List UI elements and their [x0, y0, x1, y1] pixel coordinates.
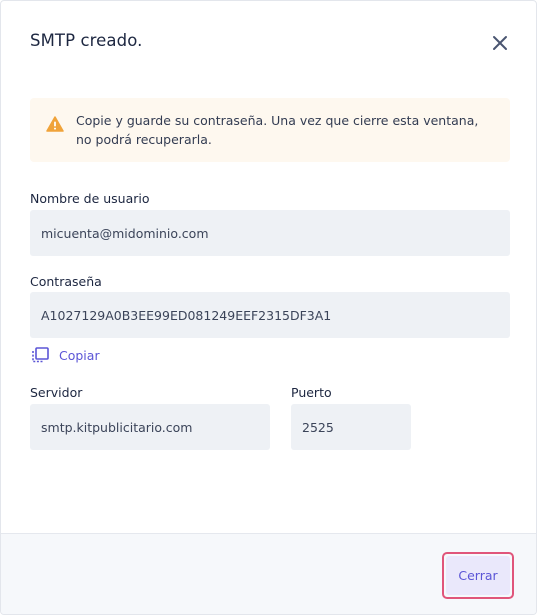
- close-button-label: Cerrar: [446, 556, 510, 595]
- close-button[interactable]: Cerrar: [442, 552, 514, 599]
- password-field[interactable]: A1027129A0B3EE99ED081249EEF2315DF3A1: [30, 292, 510, 338]
- copy-icon: [31, 347, 50, 363]
- warning-icon: [46, 116, 64, 132]
- server-field[interactable]: smtp.kitpublicitario.com: [30, 404, 270, 450]
- copy-password-button[interactable]: Copiar: [31, 347, 100, 363]
- close-icon[interactable]: [490, 33, 510, 53]
- username-label: Nombre de usuario: [30, 191, 150, 206]
- port-field[interactable]: 2525: [291, 404, 411, 450]
- port-label: Puerto: [291, 385, 332, 400]
- warning-alert: Copie y guarde su contraseña. Una vez qu…: [30, 98, 510, 162]
- password-label: Contraseña: [30, 274, 102, 289]
- warning-text: Copie y guarde su contraseña. Una vez qu…: [76, 113, 479, 147]
- copy-label: Copiar: [59, 347, 100, 363]
- smtp-created-dialog: SMTP creado. Copie y guarde su contraseñ…: [0, 0, 537, 615]
- server-label: Servidor: [30, 385, 83, 400]
- dialog-title: SMTP creado.: [30, 31, 143, 50]
- username-field[interactable]: micuenta@midominio.com: [30, 210, 510, 256]
